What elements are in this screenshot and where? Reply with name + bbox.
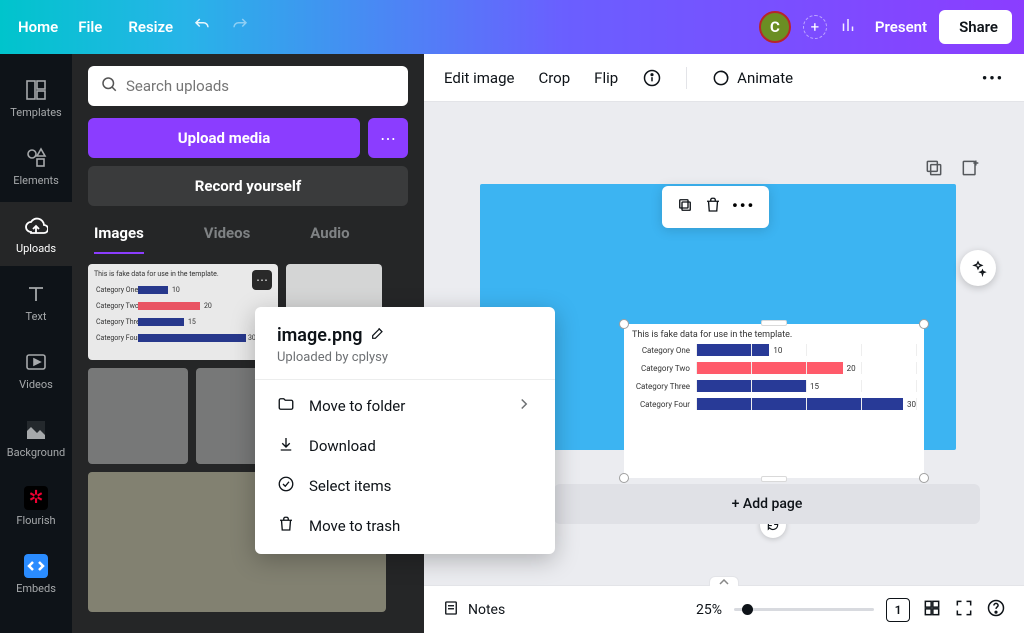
info-icon[interactable] xyxy=(642,68,662,88)
context-toolbar: Edit image Crop Flip Animate ••• xyxy=(424,54,1024,102)
upload-thumbnail[interactable]: This is fake data for use in the templat… xyxy=(88,264,278,360)
rail-text[interactable]: Text xyxy=(0,270,72,334)
undo-icon[interactable] xyxy=(193,16,211,38)
check-circle-icon xyxy=(277,475,295,497)
file-menu[interactable]: File xyxy=(78,18,102,36)
insights-icon[interactable] xyxy=(839,16,857,38)
chart-bar-row: Category Three15 xyxy=(632,380,916,392)
grid-view-icon[interactable] xyxy=(922,598,942,622)
duplicate-page-icon[interactable] xyxy=(924,158,944,182)
upload-more-button[interactable]: ⋯ xyxy=(368,118,408,158)
upload-context-menu: image.png Uploaded by cplysy Move to fol… xyxy=(255,307,555,554)
folder-icon xyxy=(277,395,295,417)
flourish-icon: ✲ xyxy=(24,486,48,510)
top-bar: Home File Resize C + Present Share xyxy=(0,0,1024,54)
rail-templates[interactable]: Templates xyxy=(0,66,72,130)
fullscreen-icon[interactable] xyxy=(954,598,974,622)
edit-image-button[interactable]: Edit image xyxy=(444,69,514,87)
add-page-button[interactable]: + Add page xyxy=(554,484,980,524)
floating-element-toolbar: ••• xyxy=(662,186,769,228)
present-button[interactable]: Present xyxy=(869,18,927,36)
embeds-icon xyxy=(24,554,48,578)
rail-background[interactable]: Background xyxy=(0,406,72,470)
add-page-icon[interactable] xyxy=(960,158,980,182)
record-yourself-button[interactable]: Record yourself xyxy=(88,166,408,206)
notes-icon xyxy=(442,599,460,621)
rail-uploads[interactable]: Uploads xyxy=(0,202,72,266)
upload-media-button[interactable]: Upload media xyxy=(88,118,360,158)
rail-elements[interactable]: Elements xyxy=(0,134,72,198)
more-icon[interactable]: ••• xyxy=(982,69,1004,87)
home-button[interactable]: Home xyxy=(12,18,58,36)
nav-rail: Templates Elements Uploads Text Videos B… xyxy=(0,54,72,633)
flip-button[interactable]: Flip xyxy=(594,69,618,87)
chart-title: This is fake data for use in the templat… xyxy=(624,324,924,342)
duplicate-icon[interactable] xyxy=(676,196,694,218)
menu-select-items[interactable]: Select items xyxy=(255,466,555,506)
chart-bar-row: Category Two20 xyxy=(632,362,916,374)
trash-icon xyxy=(277,515,295,537)
zoom-value[interactable]: 25% xyxy=(696,602,722,618)
zoom-slider[interactable] xyxy=(734,608,874,611)
upload-thumbnail[interactable] xyxy=(88,368,188,464)
tab-videos[interactable]: Videos xyxy=(204,224,251,254)
notes-button[interactable]: Notes xyxy=(442,599,505,621)
upload-tabs: Images Videos Audio xyxy=(88,224,408,254)
redo-icon[interactable] xyxy=(231,16,249,38)
help-icon[interactable] xyxy=(986,598,1006,622)
share-button[interactable]: Share xyxy=(939,10,1012,44)
selection-handle[interactable] xyxy=(919,473,929,483)
search-input-wrap[interactable] xyxy=(88,66,408,106)
rail-flourish[interactable]: ✲ Flourish xyxy=(0,474,72,538)
expand-pages-handle[interactable] xyxy=(709,576,739,586)
popover-subtitle: Uploaded by cplysy xyxy=(277,350,533,365)
add-collaborator-button[interactable]: + xyxy=(803,15,827,39)
selection-handle[interactable] xyxy=(619,319,629,329)
selection-handle[interactable] xyxy=(619,473,629,483)
chart-bar-row: Category Four30 xyxy=(632,398,916,410)
search-input[interactable] xyxy=(126,77,396,95)
bottom-bar: Notes 25% 1 xyxy=(424,585,1024,633)
selection-handle[interactable] xyxy=(919,319,929,329)
more-icon[interactable]: ••• xyxy=(732,196,755,218)
avatar[interactable]: C xyxy=(759,11,791,43)
tab-audio[interactable]: Audio xyxy=(310,224,349,254)
tab-images[interactable]: Images xyxy=(94,224,144,254)
resize-button[interactable]: Resize xyxy=(122,18,173,36)
menu-move-to-trash[interactable]: Move to trash xyxy=(255,506,555,546)
rail-videos[interactable]: Videos xyxy=(0,338,72,402)
edit-icon[interactable] xyxy=(370,325,386,346)
menu-move-to-folder[interactable]: Move to folder xyxy=(255,386,555,426)
popover-filename: image.png xyxy=(277,325,362,346)
chart-image[interactable]: This is fake data for use in the templat… xyxy=(624,324,924,478)
crop-button[interactable]: Crop xyxy=(538,69,570,87)
menu-download[interactable]: Download xyxy=(255,426,555,466)
page-indicator[interactable]: 1 xyxy=(886,598,910,622)
download-icon xyxy=(277,435,295,457)
thumbnail-more-button[interactable]: ⋯ xyxy=(252,270,272,290)
chevron-right-icon xyxy=(515,395,533,417)
trash-icon[interactable] xyxy=(704,196,722,218)
animate-button[interactable]: Animate xyxy=(711,68,793,88)
chart-bar-row: Category One10 xyxy=(632,344,916,356)
magic-recommend-button[interactable] xyxy=(960,250,996,286)
search-icon xyxy=(100,75,118,97)
selection-handle[interactable] xyxy=(761,476,787,482)
rail-embeds[interactable]: Embeds xyxy=(0,542,72,606)
selection-handle[interactable] xyxy=(761,320,787,326)
